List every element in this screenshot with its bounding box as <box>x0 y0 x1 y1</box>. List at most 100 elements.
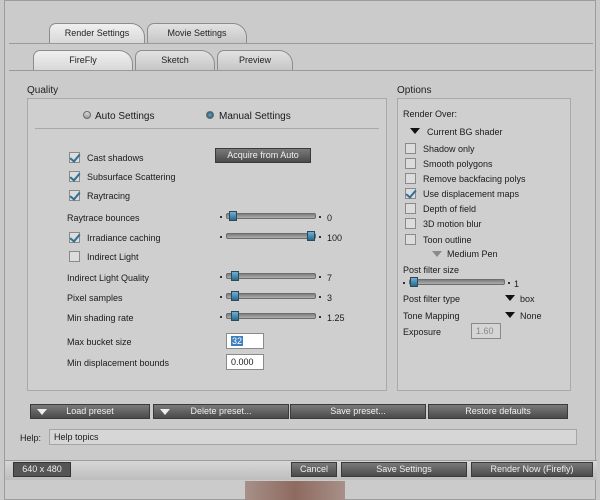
max-bucket-size-field[interactable]: 32 <box>226 333 264 349</box>
save-settings-button[interactable]: Save Settings <box>341 462 467 477</box>
slider-tick <box>220 236 222 238</box>
motion-blur-checkbox[interactable] <box>405 218 416 229</box>
toon-style-dropdown-icon[interactable] <box>432 251 442 257</box>
irradiance-caching-label: Irradiance caching <box>87 233 161 243</box>
tab-firefly[interactable]: FireFly <box>33 50 133 70</box>
acquire-from-auto-button[interactable]: Acquire from Auto <box>215 148 311 163</box>
raytracing-label: Raytracing <box>87 191 131 201</box>
min-displacement-bounds-field[interactable]: 0.000 <box>226 354 264 370</box>
exposure-field[interactable]: 1.60 <box>471 323 501 339</box>
slider-tick <box>403 282 405 284</box>
depth-of-field-checkbox[interactable] <box>405 203 416 214</box>
min-shading-rate-value: 1.25 <box>327 313 345 323</box>
subsurface-scattering-checkbox[interactable] <box>69 171 80 182</box>
tab-movie-settings[interactable]: Movie Settings <box>147 23 247 43</box>
remove-backfacing-label: Remove backfacing polys <box>423 174 526 184</box>
slider-tick <box>319 236 321 238</box>
indirect-light-quality-slider[interactable] <box>226 271 316 281</box>
post-filter-size-label: Post filter size <box>403 265 460 275</box>
min-shading-rate-label: Min shading rate <box>67 313 134 323</box>
min-shading-rate-slider[interactable] <box>226 311 316 321</box>
irradiance-caching-slider[interactable] <box>226 231 316 241</box>
slider-thumb[interactable] <box>231 271 239 281</box>
load-preset-dropdown-icon <box>37 409 47 415</box>
tone-mapping-dropdown-icon[interactable] <box>505 312 515 318</box>
pixel-samples-value: 3 <box>327 293 333 303</box>
post-filter-type-dropdown-icon[interactable] <box>505 295 515 301</box>
remove-backfacing-checkbox[interactable] <box>405 173 416 184</box>
post-filter-size-value: 1 <box>514 279 520 289</box>
delete-preset-button[interactable]: Delete preset... <box>153 404 289 419</box>
slider-thumb[interactable] <box>231 311 239 321</box>
load-preset-label: Load preset <box>66 406 114 416</box>
sub-tab-divider <box>9 70 593 71</box>
irradiance-caching-checkbox[interactable] <box>69 232 80 243</box>
load-preset-button[interactable]: Load preset <box>30 404 150 419</box>
max-bucket-size-label: Max bucket size <box>67 337 132 347</box>
max-bucket-size-value: 32 <box>231 336 244 346</box>
tone-mapping-value[interactable]: None <box>520 311 542 321</box>
toon-style-value[interactable]: Medium Pen <box>447 249 498 259</box>
raytrace-bounces-value: 0 <box>327 213 333 223</box>
slider-thumb[interactable] <box>229 211 237 221</box>
auto-settings-radio[interactable] <box>83 111 91 119</box>
slider-thumb[interactable] <box>307 231 315 241</box>
post-filter-size-slider[interactable] <box>409 277 505 287</box>
motion-blur-label: 3D motion blur <box>423 219 482 229</box>
auto-settings-label: Auto Settings <box>95 111 155 122</box>
render-over-dropdown-icon[interactable] <box>410 128 420 134</box>
render-now-button[interactable]: Render Now (Firefly) <box>471 462 593 477</box>
shadow-only-checkbox[interactable] <box>405 143 416 154</box>
raytracing-checkbox[interactable] <box>69 190 80 201</box>
post-filter-type-value[interactable]: box <box>520 294 535 304</box>
tab-render-settings[interactable]: Render Settings <box>49 23 145 43</box>
top-tab-divider <box>9 43 593 44</box>
displacement-maps-label: Use displacement maps <box>423 189 520 199</box>
slider-tick <box>319 296 321 298</box>
raytrace-bounces-slider[interactable] <box>226 211 316 221</box>
slider-tick <box>319 216 321 218</box>
options-section-title: Options <box>397 85 432 96</box>
tab-sketch[interactable]: Sketch <box>135 50 215 70</box>
shadow-only-label: Shadow only <box>423 144 475 154</box>
tab-preview[interactable]: Preview <box>217 50 293 70</box>
exposure-label: Exposure <box>403 327 442 337</box>
cast-shadows-label: Cast shadows <box>87 153 144 163</box>
help-topics-field[interactable]: Help topics <box>49 429 577 445</box>
save-preset-button[interactable]: Save preset... <box>290 404 426 419</box>
depth-of-field-label: Depth of field <box>423 204 477 214</box>
render-settings-window: Render Settings Movie Settings FireFly S… <box>4 0 597 500</box>
indirect-light-label: Indirect Light <box>87 252 139 262</box>
smooth-polygons-label: Smooth polygons <box>423 159 493 169</box>
slider-tick <box>220 296 222 298</box>
slider-tick <box>319 316 321 318</box>
slider-tick <box>220 216 222 218</box>
raytrace-bounces-label: Raytrace bounces <box>67 213 140 223</box>
manual-settings-label: Manual Settings <box>219 111 291 122</box>
pixel-samples-slider[interactable] <box>226 291 316 301</box>
manual-settings-radio[interactable] <box>206 111 214 119</box>
restore-defaults-button[interactable]: Restore defaults <box>428 404 568 419</box>
cast-shadows-checkbox[interactable] <box>69 152 80 163</box>
render-over-label: Render Over: <box>403 109 458 119</box>
indirect-light-checkbox[interactable] <box>69 251 80 262</box>
pixel-samples-label: Pixel samples <box>67 293 123 303</box>
background-scene-strip <box>245 481 345 500</box>
quality-divider <box>35 128 379 129</box>
slider-thumb[interactable] <box>410 277 418 287</box>
smooth-polygons-checkbox[interactable] <box>405 158 416 169</box>
quality-section-title: Quality <box>27 85 59 96</box>
slider-tick <box>319 276 321 278</box>
toon-outline-checkbox[interactable] <box>405 234 416 245</box>
toon-outline-label: Toon outline <box>423 235 472 245</box>
displacement-maps-checkbox[interactable] <box>405 188 416 199</box>
min-displacement-bounds-label: Min displacement bounds <box>67 358 170 368</box>
render-size-label: 640 x 480 <box>13 462 71 477</box>
render-over-value[interactable]: Current BG shader <box>427 127 503 137</box>
quality-panel <box>27 98 387 391</box>
slider-thumb[interactable] <box>231 291 239 301</box>
cancel-button[interactable]: Cancel <box>291 462 337 477</box>
delete-preset-dropdown-icon <box>160 409 170 415</box>
help-label: Help: <box>20 433 42 443</box>
slider-tick <box>220 276 222 278</box>
